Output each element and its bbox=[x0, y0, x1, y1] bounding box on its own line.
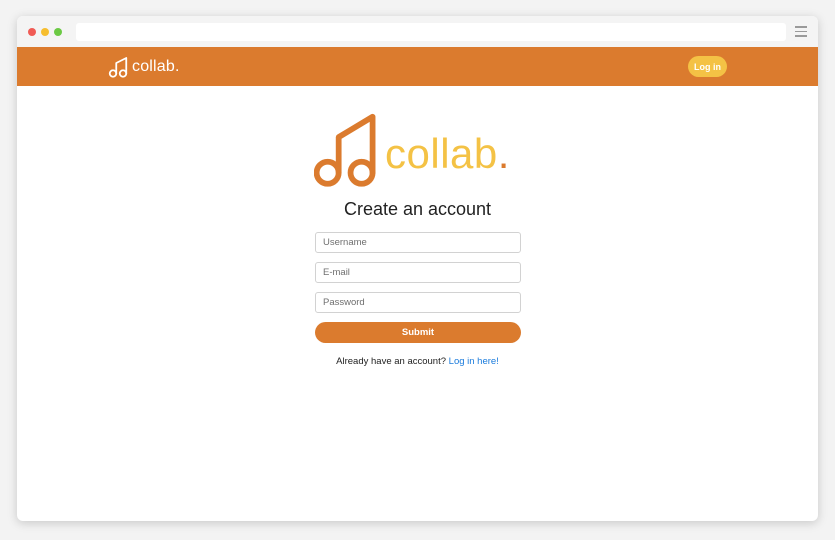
nav-brand[interactable]: collab. bbox=[108, 56, 180, 78]
already-have-account-text: Already have an account? bbox=[336, 356, 447, 367]
nav-brand-name: collab. bbox=[132, 58, 180, 75]
music-note-logo-icon bbox=[314, 113, 376, 187]
hamburger-icon[interactable] bbox=[795, 26, 807, 37]
login-prompt: Already have an account? Log in here! bbox=[17, 356, 818, 367]
browser-window: collab. Log in collab. Create an account… bbox=[17, 16, 818, 521]
hero-logo: collab. bbox=[314, 110, 510, 188]
login-button[interactable]: Log in bbox=[688, 56, 727, 77]
username-input[interactable] bbox=[315, 232, 521, 253]
submit-button[interactable]: Submit bbox=[315, 322, 521, 343]
music-note-logo-icon bbox=[108, 57, 128, 78]
zoom-window-icon[interactable] bbox=[54, 28, 62, 36]
close-window-icon[interactable] bbox=[28, 28, 36, 36]
email-input[interactable] bbox=[315, 262, 521, 283]
address-bar[interactable] bbox=[76, 23, 786, 41]
hero-brand-name: collab. bbox=[385, 130, 510, 177]
browser-chrome bbox=[17, 16, 818, 47]
navbar: collab. Log in bbox=[17, 47, 818, 86]
minimize-window-icon[interactable] bbox=[41, 28, 49, 36]
login-here-link[interactable]: Log in here! bbox=[449, 356, 499, 367]
page-title: Create an account bbox=[343, 199, 492, 219]
password-input[interactable] bbox=[315, 292, 521, 313]
